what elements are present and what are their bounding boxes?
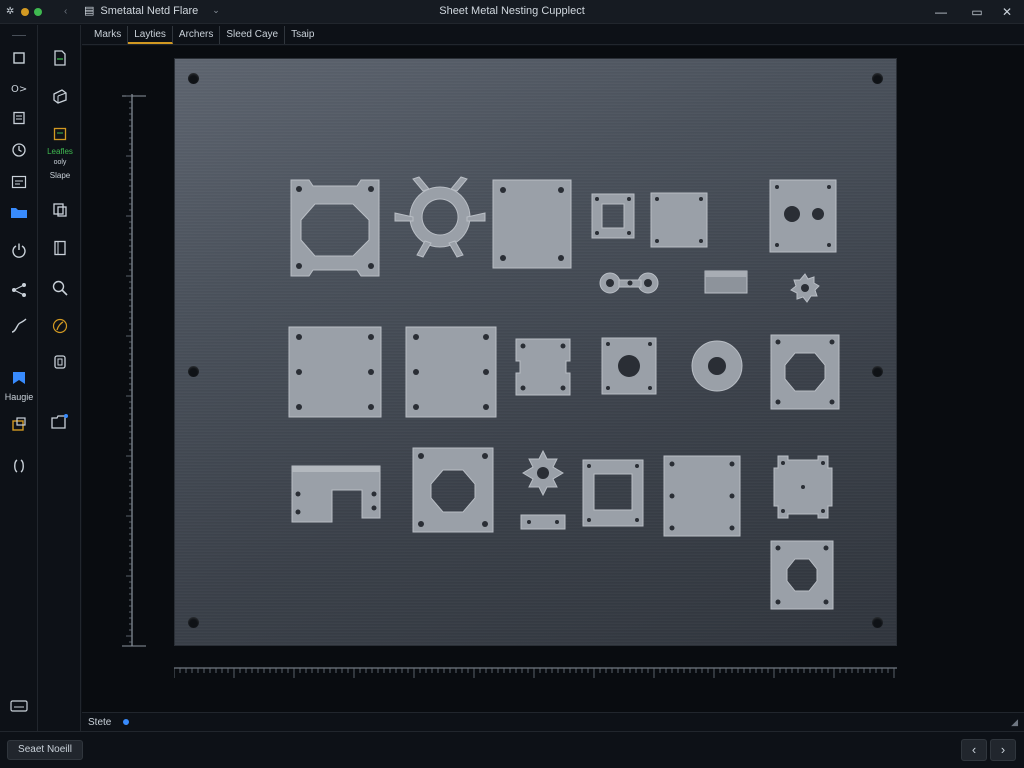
book-icon[interactable] — [48, 237, 72, 259]
part-octagon-small[interactable] — [770, 540, 835, 611]
status-bar: Stete ◢ — [82, 712, 1024, 731]
tool-panel: Leafles ooly Slape — [39, 25, 81, 731]
part-gear-chain[interactable] — [597, 269, 667, 299]
rail-divider — [12, 35, 26, 36]
tab-marks[interactable]: Marks — [88, 25, 129, 44]
part-large-plate-a[interactable] — [288, 326, 383, 419]
part-tab-plate[interactable] — [773, 455, 834, 520]
svg-text:O>: O> — [11, 84, 27, 94]
grid-icon[interactable] — [7, 171, 31, 193]
mount-hole — [872, 617, 883, 628]
tab-archers[interactable]: Archers — [173, 25, 221, 44]
panel-label-ooly: ooly — [53, 159, 67, 166]
bottom-bar: Seaet Noeill ‹ › — [0, 731, 1024, 768]
part-window-frame[interactable] — [582, 459, 645, 528]
part-large-plate-b[interactable] — [405, 326, 498, 419]
nesting-canvas[interactable] — [82, 46, 1024, 712]
next-button[interactable]: › — [990, 739, 1016, 761]
mount-hole — [188, 617, 199, 628]
document-tab-label: Smetatal Netd Flare — [100, 4, 199, 17]
part-octagon-plate[interactable] — [770, 334, 841, 411]
code-icon[interactable] — [7, 455, 31, 477]
mount-hole — [872, 73, 883, 84]
brush-icon[interactable] — [48, 315, 72, 337]
part-small-block[interactable] — [704, 269, 749, 295]
settings-gear-icon[interactable]: ✲ — [6, 6, 14, 17]
power-icon[interactable] — [7, 239, 31, 261]
part-ring-plate[interactable] — [601, 337, 658, 396]
part-small-plate[interactable] — [650, 192, 709, 249]
left-rail: O> Haugie — [0, 25, 38, 731]
part-square-frame[interactable] — [591, 193, 636, 240]
part-star-ring[interactable] — [394, 176, 486, 258]
part-octagon-window[interactable] — [412, 447, 495, 534]
horizontal-ruler — [173, 662, 897, 686]
layers-icon[interactable] — [7, 413, 31, 435]
resize-grip-icon[interactable]: ◢ — [1011, 717, 1018, 728]
link-icon[interactable]: O> — [7, 77, 31, 99]
window-dot-green[interactable] — [34, 7, 43, 16]
folder-open-icon[interactable] — [48, 411, 72, 433]
tab-strip: Marks Layties Archers Sleed Caye Tsaip — [82, 25, 1024, 45]
part-square-plate[interactable] — [492, 179, 573, 270]
part-u-bracket[interactable] — [290, 465, 384, 528]
close-button[interactable]: ✕ — [996, 3, 1018, 21]
tab-layties[interactable]: Layties — [128, 25, 173, 44]
part-octagon-bracket[interactable] — [290, 179, 381, 277]
tab-sleed-caye[interactable]: Sleed Caye — [220, 25, 286, 44]
file-icon[interactable] — [48, 47, 72, 69]
panel-label-slape: Slape — [49, 171, 71, 180]
sheet-icon[interactable] — [48, 123, 72, 145]
curve-icon[interactable] — [7, 315, 31, 337]
status-indicator — [123, 719, 130, 725]
part-two-hole-plate[interactable] — [769, 179, 838, 254]
mount-hole — [188, 366, 199, 377]
title-bar: ✲ ‹ ▤ Smetatal Netd Flare ⌄ Sheet Metal … — [0, 0, 1024, 24]
copy-icon[interactable] — [48, 199, 72, 221]
share-icon[interactable] — [7, 279, 31, 301]
bookmark-icon[interactable] — [7, 367, 31, 389]
part-diamond-clip[interactable] — [520, 449, 566, 531]
tab-tsaip[interactable]: Tsaip — [285, 26, 320, 44]
stack-icon[interactable] — [48, 351, 72, 373]
document-icon[interactable] — [7, 107, 31, 129]
rail-label-haugie: Haugie — [4, 392, 34, 402]
folder-icon[interactable] — [7, 201, 31, 223]
search-icon[interactable] — [48, 277, 72, 299]
sheet-button[interactable]: Seaet Noeill — [7, 740, 83, 760]
status-label: Stete — [88, 716, 112, 728]
mount-hole — [872, 366, 883, 377]
clock-icon[interactable] — [7, 139, 31, 161]
minimize-button[interactable]: — — [930, 3, 952, 21]
part-washer[interactable] — [691, 339, 743, 393]
chevron-left-icon[interactable]: ‹ — [64, 6, 67, 17]
chevron-down-icon[interactable]: ⌄ — [212, 5, 220, 16]
window-dots: ✲ — [6, 6, 43, 17]
prev-button[interactable]: ‹ — [961, 739, 987, 761]
cube-icon[interactable] — [48, 85, 72, 107]
document-icon: ▤ — [84, 5, 95, 17]
panel-label-leafles: Leafles — [47, 147, 73, 156]
square-icon[interactable] — [7, 47, 31, 69]
vertical-ruler — [118, 94, 148, 654]
part-notched-plate[interactable] — [515, 338, 572, 397]
document-tab[interactable]: ▤ Smetatal Netd Flare ⌄ — [84, 4, 220, 18]
part-small-gear[interactable] — [789, 272, 821, 304]
window-dot-yellow[interactable] — [21, 7, 30, 16]
sheet-plate[interactable] — [174, 58, 897, 646]
maximize-button[interactable]: ▭ — [966, 3, 988, 21]
keyboard-icon[interactable] — [7, 695, 31, 717]
part-cover-plate[interactable] — [663, 455, 742, 538]
mount-hole — [188, 73, 199, 84]
